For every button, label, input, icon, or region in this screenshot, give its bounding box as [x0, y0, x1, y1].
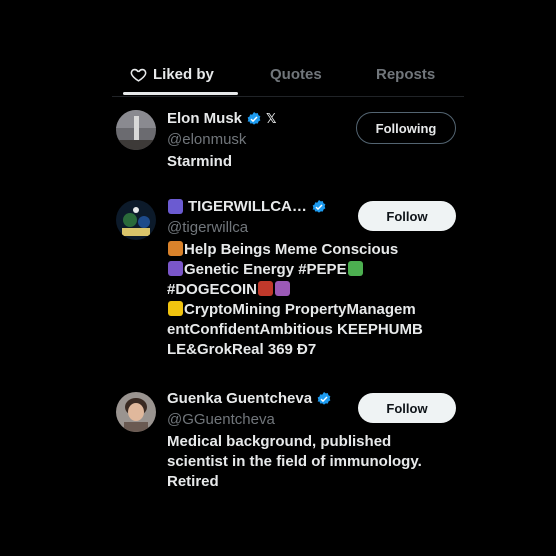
tab-liked-by[interactable]: Liked by	[130, 66, 214, 83]
user-row-elonmusk[interactable]: Elon Musk 𝕏 @elonmusk Starmind Following	[112, 110, 464, 170]
crystal-ball-emoji-icon	[275, 281, 291, 296]
bio-line: Medical background, published	[167, 433, 392, 450]
name-row: TIGERWILLCA…	[167, 198, 327, 215]
bio-line-text: Help Beings Meme Conscious	[184, 241, 399, 258]
user-bio: Medical background, published scientist …	[167, 432, 457, 492]
lightning-emoji-icon	[168, 301, 183, 316]
x-logo-icon: 𝕏	[266, 110, 277, 126]
rocket-emoji-icon	[258, 281, 274, 296]
active-tab-indicator	[123, 92, 238, 95]
user-handle: @tigerwillca	[167, 219, 249, 236]
tab-reposts[interactable]: Reposts	[376, 66, 435, 83]
tab-bar: Liked by Quotes Reposts	[112, 58, 464, 96]
follow-button[interactable]: Follow	[358, 393, 456, 423]
tab-quotes[interactable]: Quotes	[270, 66, 322, 83]
display-name[interactable]: Guenka Guentcheva	[167, 390, 312, 407]
bio-line-text: Genetic Energy #PEPE	[184, 261, 347, 278]
hamsa-icon	[168, 199, 183, 214]
person-emoji-icon	[168, 241, 183, 256]
follow-button[interactable]: Follow	[358, 201, 456, 231]
avatar[interactable]	[116, 200, 156, 240]
user-handle: @GGuentcheva	[167, 411, 275, 428]
user-row-gguentcheva[interactable]: Guenka Guentcheva @GGuentcheva Medical b…	[112, 390, 464, 500]
user-bio: Starmind	[167, 153, 233, 170]
bio-line: Genetic Energy #PEPE	[167, 260, 467, 280]
bio-line: scientist in the field of immunology.	[167, 453, 422, 470]
verified-badge-icon	[312, 199, 326, 213]
heart-icon	[130, 68, 147, 82]
avatar[interactable]	[116, 110, 156, 150]
bio-line-text: CryptoMining PropertyManagem	[184, 301, 416, 318]
dna-emoji-icon	[168, 261, 183, 276]
bio-line-text: #DOGECOIN	[167, 281, 258, 298]
verified-badge-icon	[247, 111, 261, 125]
bio-line-text: entConfidentAmbitious KEEPHUMB	[167, 321, 423, 338]
user-row-tigerwillca[interactable]: TIGERWILLCA… @tigerwillca Help Beings Me…	[112, 198, 464, 368]
bio-line: entConfidentAmbitious KEEPHUMB	[167, 320, 467, 340]
bio-line-text: LE&GrokReal 369 Đ7	[167, 341, 317, 358]
display-name[interactable]: TIGERWILLCA…	[188, 198, 307, 215]
verified-badge-icon	[317, 391, 331, 405]
following-button[interactable]: Following	[356, 112, 456, 144]
name-row: Elon Musk 𝕏	[167, 110, 277, 127]
tab-divider	[112, 96, 464, 97]
bio-line: LE&GrokReal 369 Đ7	[167, 340, 467, 360]
bio-line: Help Beings Meme Conscious	[167, 240, 467, 260]
display-name[interactable]: Elon Musk	[167, 110, 242, 127]
user-handle: @elonmusk	[167, 131, 247, 148]
user-bio: Help Beings Meme Conscious Genetic Energ…	[167, 240, 467, 360]
tab-liked-by-label: Liked by	[153, 66, 214, 83]
bio-line: #DOGECOIN	[167, 280, 467, 300]
bio-line: Retired	[167, 473, 219, 490]
bio-line: CryptoMining PropertyManagem	[167, 300, 467, 320]
name-row: Guenka Guentcheva	[167, 390, 332, 407]
avatar[interactable]	[116, 392, 156, 432]
frog-emoji-icon	[347, 261, 363, 276]
